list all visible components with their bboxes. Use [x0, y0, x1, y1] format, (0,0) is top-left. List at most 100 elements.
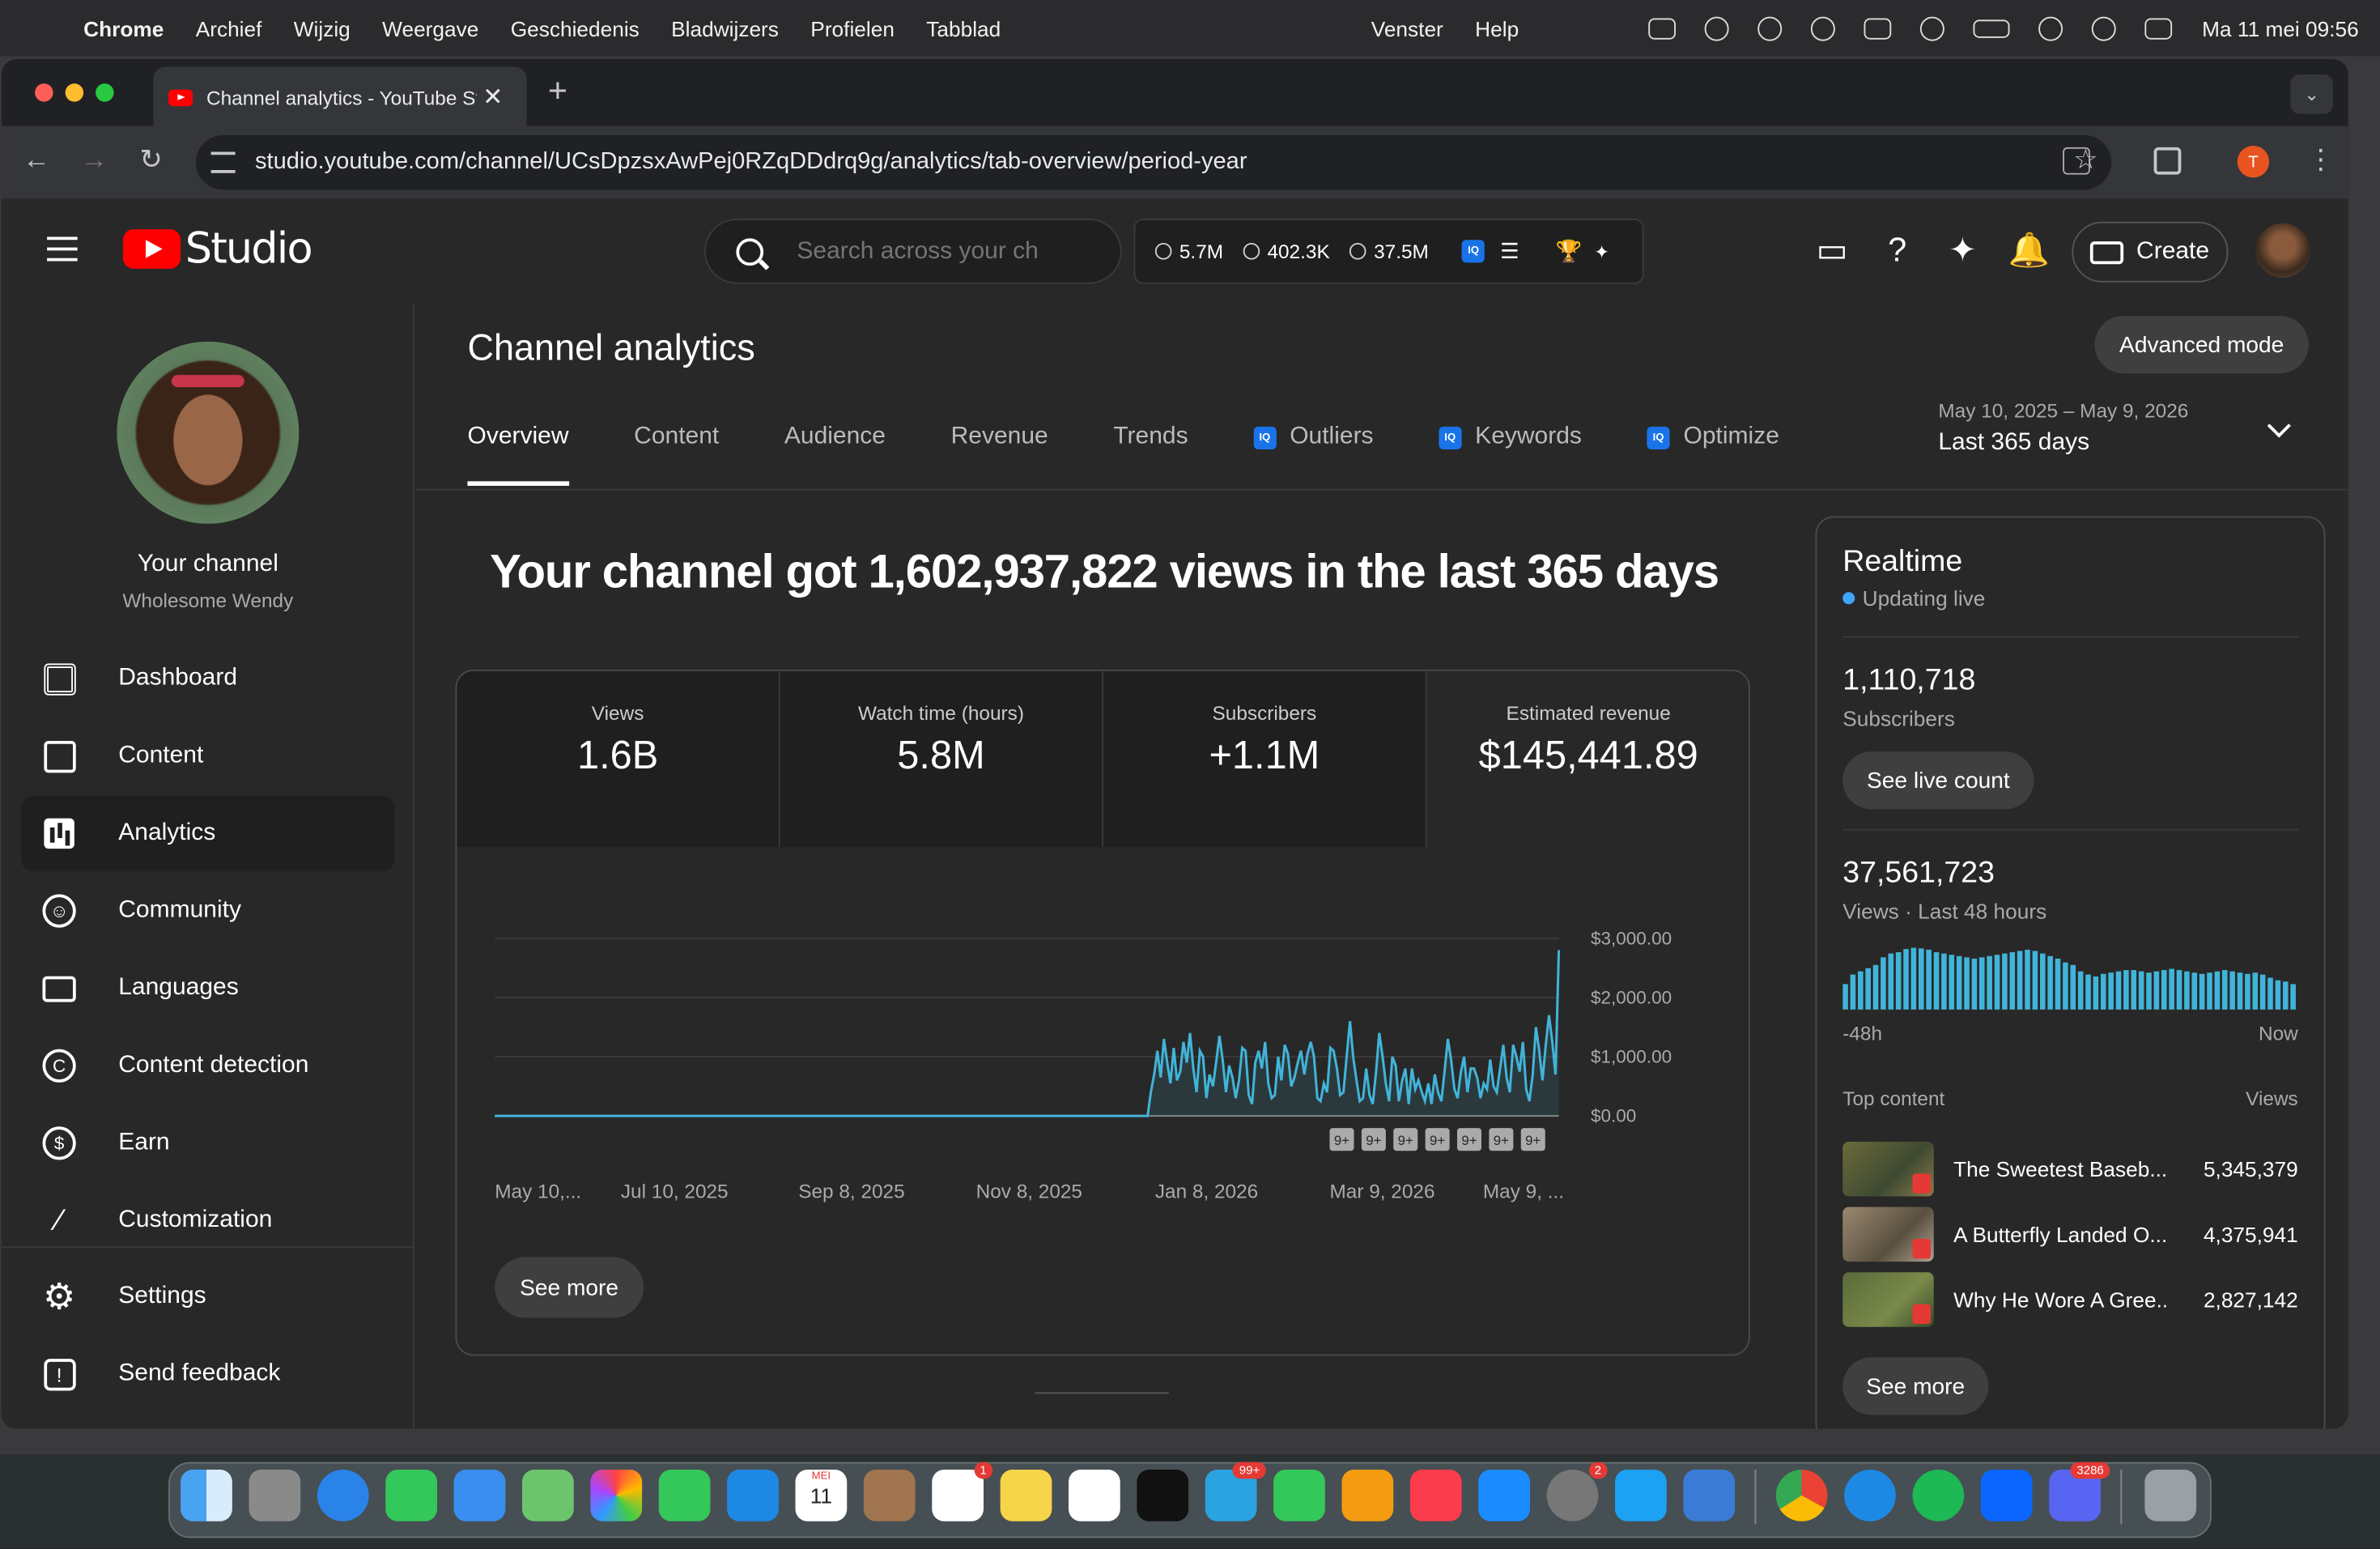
realtime-see-more-button[interactable]: See more [1842, 1357, 1989, 1415]
discord-icon[interactable]: 3286 [2049, 1462, 2110, 1521]
chrome-icon[interactable] [1775, 1470, 1828, 1521]
video-thumbnail[interactable] [1842, 1272, 1934, 1327]
perplexity-icon[interactable] [1647, 17, 1676, 39]
channel-name[interactable]: Your channel [2, 551, 414, 579]
launchpad-icon[interactable] [249, 1470, 301, 1521]
back-arrow-icon[interactable]: ← [23, 144, 50, 176]
maximize-window-icon[interactable] [96, 83, 114, 102]
apple-tv-icon[interactable] [1137, 1470, 1189, 1521]
trash-icon[interactable] [2144, 1470, 2197, 1521]
top-content-item[interactable]: A Butterfly Landed O... 4,375,941 [1842, 1206, 2298, 1262]
tab-overview[interactable]: Overview [467, 423, 569, 487]
mail-icon[interactable] [453, 1470, 506, 1521]
youtube-logo-icon[interactable] [122, 229, 181, 269]
revenue-chart-svg[interactable]: $3,000.00 $2,000.00 $1,000.00 $0.00 9+ 9+ 9+ 9+… [457, 847, 1750, 1227]
menu-item-tabblad[interactable]: Tabblad [926, 16, 1001, 40]
tab-keywords[interactable]: IQ Keywords [1439, 423, 1582, 487]
reload-icon[interactable]: ↻ [140, 144, 163, 176]
sidebar-item-content[interactable]: Content [21, 718, 394, 794]
browser-tab-active[interactable]: Channel analytics - YouTube Studio ✕ [153, 66, 527, 128]
metric-subscribers[interactable]: Subscribers +1.1M [1103, 670, 1427, 848]
minimize-window-icon[interactable] [65, 83, 84, 102]
extensions-puzzle-icon[interactable] [2153, 147, 2182, 175]
arc-icon[interactable] [1980, 1470, 2033, 1521]
reminders-icon[interactable]: 1 [932, 1462, 993, 1521]
sidebar-item-send-feedback[interactable]: ! Send feedback [21, 1336, 394, 1412]
address-bar[interactable]: studio.youtube.com/channel/UCsDpzsxAwPej… [195, 134, 2112, 190]
finder-icon[interactable] [181, 1470, 232, 1521]
realtime-bar-chart[interactable] [1842, 946, 2298, 1010]
metric-watch-time[interactable]: Watch time (hours) 5.8M [780, 670, 1104, 848]
profile-avatar-button[interactable]: T [2237, 146, 2270, 178]
menu-app-name[interactable]: Chrome [83, 16, 164, 40]
menu-item-wijzig[interactable]: Wijzig [294, 16, 351, 40]
notes-icon[interactable] [1000, 1470, 1052, 1521]
site-info-icon[interactable] [210, 151, 236, 173]
sidebar-item-settings[interactable]: ⚙ Settings [21, 1258, 394, 1334]
notifications-bell-icon[interactable]: 🔔 [2008, 232, 2050, 269]
pages-icon[interactable] [1341, 1470, 1394, 1521]
keynote-icon[interactable] [727, 1470, 779, 1521]
advanced-mode-button[interactable]: Advanced mode [2094, 316, 2309, 374]
bookmark-star-icon[interactable]: ☆ [2073, 144, 2097, 176]
menubar-clock[interactable]: Ma 11 mei 09:56 [2202, 16, 2359, 40]
battery-icon[interactable] [1973, 19, 2010, 37]
system-settings-icon[interactable]: 2 [1546, 1462, 1608, 1521]
sidebar-item-community[interactable]: ☺ Community [21, 873, 394, 949]
contacts-icon[interactable] [863, 1470, 916, 1521]
sidebar-item-content-detection[interactable]: C Content detection [21, 1028, 394, 1104]
sidebar-item-analytics[interactable]: Analytics [21, 795, 395, 872]
trophy-icon[interactable]: 🏆 [1556, 238, 1583, 264]
url-text[interactable]: studio.youtube.com/channel/UCsDpzsxAwPej… [255, 149, 1247, 177]
messages-app-icon[interactable] [385, 1470, 437, 1521]
menu-item-weergave[interactable]: Weergave [382, 16, 478, 40]
tab-audience[interactable]: Audience [784, 423, 886, 487]
top-content-item[interactable]: Why He Wore A Gree... 2,827,142 [1842, 1272, 2298, 1327]
freeform-icon[interactable] [1069, 1470, 1120, 1521]
see-more-button[interactable]: See more [495, 1257, 644, 1318]
maps-icon[interactable] [522, 1470, 574, 1521]
search-input[interactable] [797, 237, 1040, 266]
wifi-icon[interactable] [2038, 15, 2063, 40]
menu-item-archief[interactable]: Archief [196, 16, 262, 40]
date-period-label[interactable]: Last 365 days [1938, 430, 2089, 457]
close-window-icon[interactable] [35, 83, 53, 102]
hamburger-menu-icon[interactable] [47, 236, 78, 262]
play-circle-icon[interactable] [1919, 15, 1944, 40]
sparkle-small-icon[interactable]: ✦ [1594, 240, 1609, 262]
tab-outliers[interactable]: IQ Outliers [1253, 423, 1374, 487]
butterfly-app-icon[interactable] [1615, 1470, 1667, 1521]
top-content-item[interactable]: The Sweetest Baseb... 5,345,379 [1842, 1142, 2298, 1197]
video-thumbnail[interactable] [1842, 1206, 1934, 1262]
tab-search-chevron-icon[interactable]: ⌄ [2290, 74, 2333, 114]
new-tab-plus-icon[interactable]: + [548, 71, 567, 111]
whatsapp-icon[interactable] [1757, 15, 1782, 40]
telegram-icon[interactable]: 99+ [1205, 1462, 1266, 1521]
app-store-icon[interactable] [1478, 1470, 1530, 1521]
bird-app-icon[interactable] [1683, 1470, 1736, 1521]
gauge-icon[interactable] [1810, 15, 1835, 40]
menu-item-venster[interactable]: Venster [1371, 16, 1443, 40]
metric-views[interactable]: Views 1.6B [457, 670, 780, 848]
video-thumbnail[interactable] [1842, 1142, 1934, 1197]
see-live-count-button[interactable]: See live count [1842, 751, 2034, 810]
sidebar-item-languages[interactable]: Languages [21, 951, 394, 1027]
control-center-icon[interactable] [2144, 17, 2172, 39]
chevron-down-icon[interactable] [2267, 414, 2291, 438]
tab-revenue[interactable]: Revenue [951, 423, 1048, 487]
forward-arrow-icon[interactable]: → [80, 144, 108, 176]
sparkle-icon[interactable]: ✦ [1944, 232, 1981, 269]
studio-brand-text[interactable]: Studio [185, 223, 313, 274]
menu-item-help[interactable]: Help [1475, 16, 1519, 40]
tab-content[interactable]: Content [634, 423, 719, 487]
create-button[interactable]: Create [2072, 221, 2229, 283]
music-icon[interactable] [1409, 1470, 1462, 1521]
numbers-icon[interactable] [1273, 1470, 1325, 1521]
apple-icon[interactable] [28, 15, 52, 42]
vidiq-stats-bar[interactable]: 5.7M 402.3K 37.5M IQ ☰ 🏆 ✦ [1133, 219, 1644, 284]
metric-estimated-revenue[interactable]: Estimated revenue $145,441.89 [1426, 670, 1749, 848]
help-icon[interactable]: ? [1879, 232, 1915, 269]
menu-item-profielen[interactable]: Profielen [810, 16, 895, 40]
facetime-icon[interactable] [658, 1470, 711, 1521]
sidebar-item-earn[interactable]: $ Earn [21, 1105, 394, 1181]
